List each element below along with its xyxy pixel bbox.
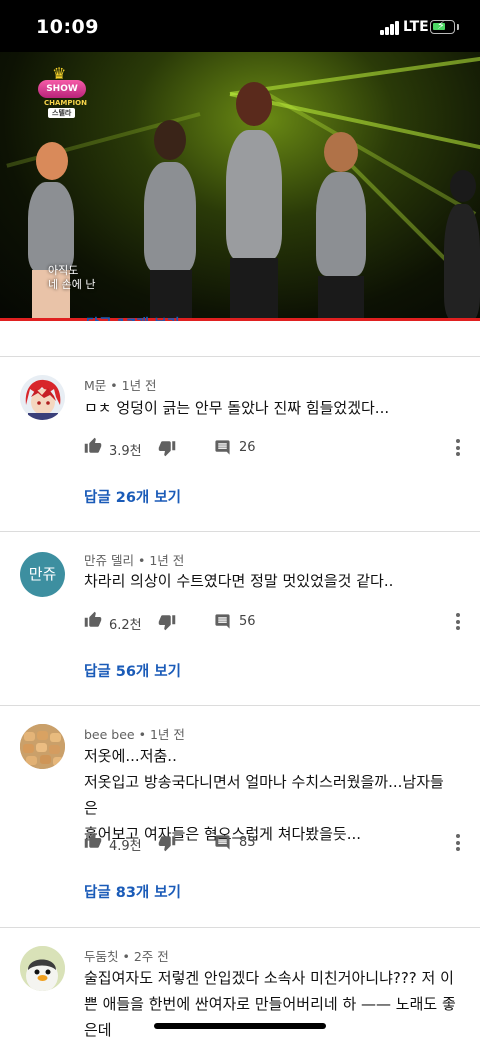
thumbs-down-icon[interactable] bbox=[158, 439, 176, 457]
lyrics-subtitle: 아직도 네 손에 난 bbox=[48, 264, 96, 291]
signal-icon bbox=[380, 21, 400, 35]
comment-meta: 두둠칫 • 2주 전 bbox=[84, 949, 169, 964]
comment-actions: 6.2천 56 bbox=[84, 611, 474, 633]
view-replies-link[interactable]: 답글 26개 보기 bbox=[84, 486, 181, 507]
home-indicator[interactable] bbox=[154, 1023, 326, 1029]
more-options-icon[interactable] bbox=[456, 613, 460, 633]
comment-meta: bee bee • 1년 전 bbox=[84, 727, 185, 742]
like-count: 6.2천 bbox=[109, 618, 142, 633]
comment-item: bee bee • 1년 전 저옷에...저춤.. 저옷입고 방송국다니면서 얼… bbox=[0, 706, 480, 928]
comment-author[interactable]: M문 bbox=[84, 378, 106, 393]
dancer-figure bbox=[440, 130, 480, 320]
comment-text: ㅁㅊ 엉덩이 긁는 안무 돌았나 진짜 힘들었겠다... bbox=[84, 399, 390, 417]
reply-count: 26 bbox=[239, 440, 256, 455]
like-count: 3.9천 bbox=[109, 444, 142, 459]
thumbs-up-icon[interactable] bbox=[84, 611, 102, 629]
reply-icon[interactable] bbox=[214, 439, 231, 456]
reply-count: 83 bbox=[239, 835, 256, 850]
comment-actions: 3.9천 26 bbox=[84, 437, 474, 459]
reply-icon[interactable] bbox=[214, 834, 231, 851]
comment-author[interactable]: 만쥬 델리 bbox=[84, 553, 134, 568]
status-time: 10:09 bbox=[36, 16, 99, 38]
comment-item: 만쥬 만쥬 델리 • 1년 전 차라리 의상이 수트였다면 정말 멋있었을것 같… bbox=[0, 532, 480, 706]
avatar[interactable] bbox=[20, 724, 65, 769]
like-count: 4.9천 bbox=[109, 839, 142, 854]
reply-count: 56 bbox=[239, 614, 256, 629]
dancer-figure bbox=[128, 80, 208, 320]
comment-time: 1년 전 bbox=[149, 727, 185, 742]
view-replies-link[interactable]: 답글 83개 보기 bbox=[84, 881, 181, 902]
battery-charging-icon: ⚡ bbox=[430, 19, 455, 34]
more-options-icon[interactable] bbox=[456, 439, 460, 459]
dancer-figure bbox=[302, 80, 382, 320]
thumbs-down-icon[interactable] bbox=[158, 613, 176, 631]
comment-actions: 4.9천 83 bbox=[84, 832, 474, 854]
thumbs-up-icon[interactable] bbox=[84, 832, 102, 850]
comment-text: 차라리 의상이 수트였다면 정말 멋있었을것 같다.. bbox=[84, 572, 394, 590]
dancer-figure bbox=[208, 58, 298, 320]
more-options-icon[interactable] bbox=[456, 834, 460, 854]
comment-author[interactable]: 두둠칫 bbox=[84, 949, 119, 964]
comment-meta: 만쥬 델리 • 1년 전 bbox=[84, 553, 185, 568]
comment-time: 1년 전 bbox=[149, 553, 185, 568]
thumbs-down-icon[interactable] bbox=[158, 834, 176, 852]
avatar[interactable] bbox=[20, 375, 65, 420]
avatar[interactable] bbox=[20, 946, 65, 991]
view-replies-link[interactable]: 답글 56개 보기 bbox=[84, 660, 181, 681]
comment-author[interactable]: bee bee bbox=[84, 727, 135, 742]
video-player[interactable]: ♛ SHOW CHAMPION 스텔라 아직도 네 손에 난 bbox=[0, 52, 480, 320]
avatar[interactable]: 만쥬 bbox=[20, 552, 65, 597]
comment-time: 2주 전 bbox=[133, 949, 169, 964]
thumbs-up-icon[interactable] bbox=[84, 437, 102, 455]
status-bar: 10:09 LTE ⚡ bbox=[0, 0, 480, 52]
reply-icon[interactable] bbox=[214, 613, 231, 630]
comment-meta: M문 • 1년 전 bbox=[84, 378, 157, 393]
network-label: LTE bbox=[403, 19, 429, 35]
artist-tag: 스텔라 bbox=[48, 108, 76, 118]
comment-item: M문 • 1년 전 ㅁㅊ 엉덩이 긁는 안무 돌았나 진짜 힘들었겠다... 3… bbox=[0, 357, 480, 531]
comment-time: 1년 전 bbox=[121, 378, 157, 393]
show-champion-logo: ♛ SHOW CHAMPION 스텔라 bbox=[34, 64, 90, 118]
